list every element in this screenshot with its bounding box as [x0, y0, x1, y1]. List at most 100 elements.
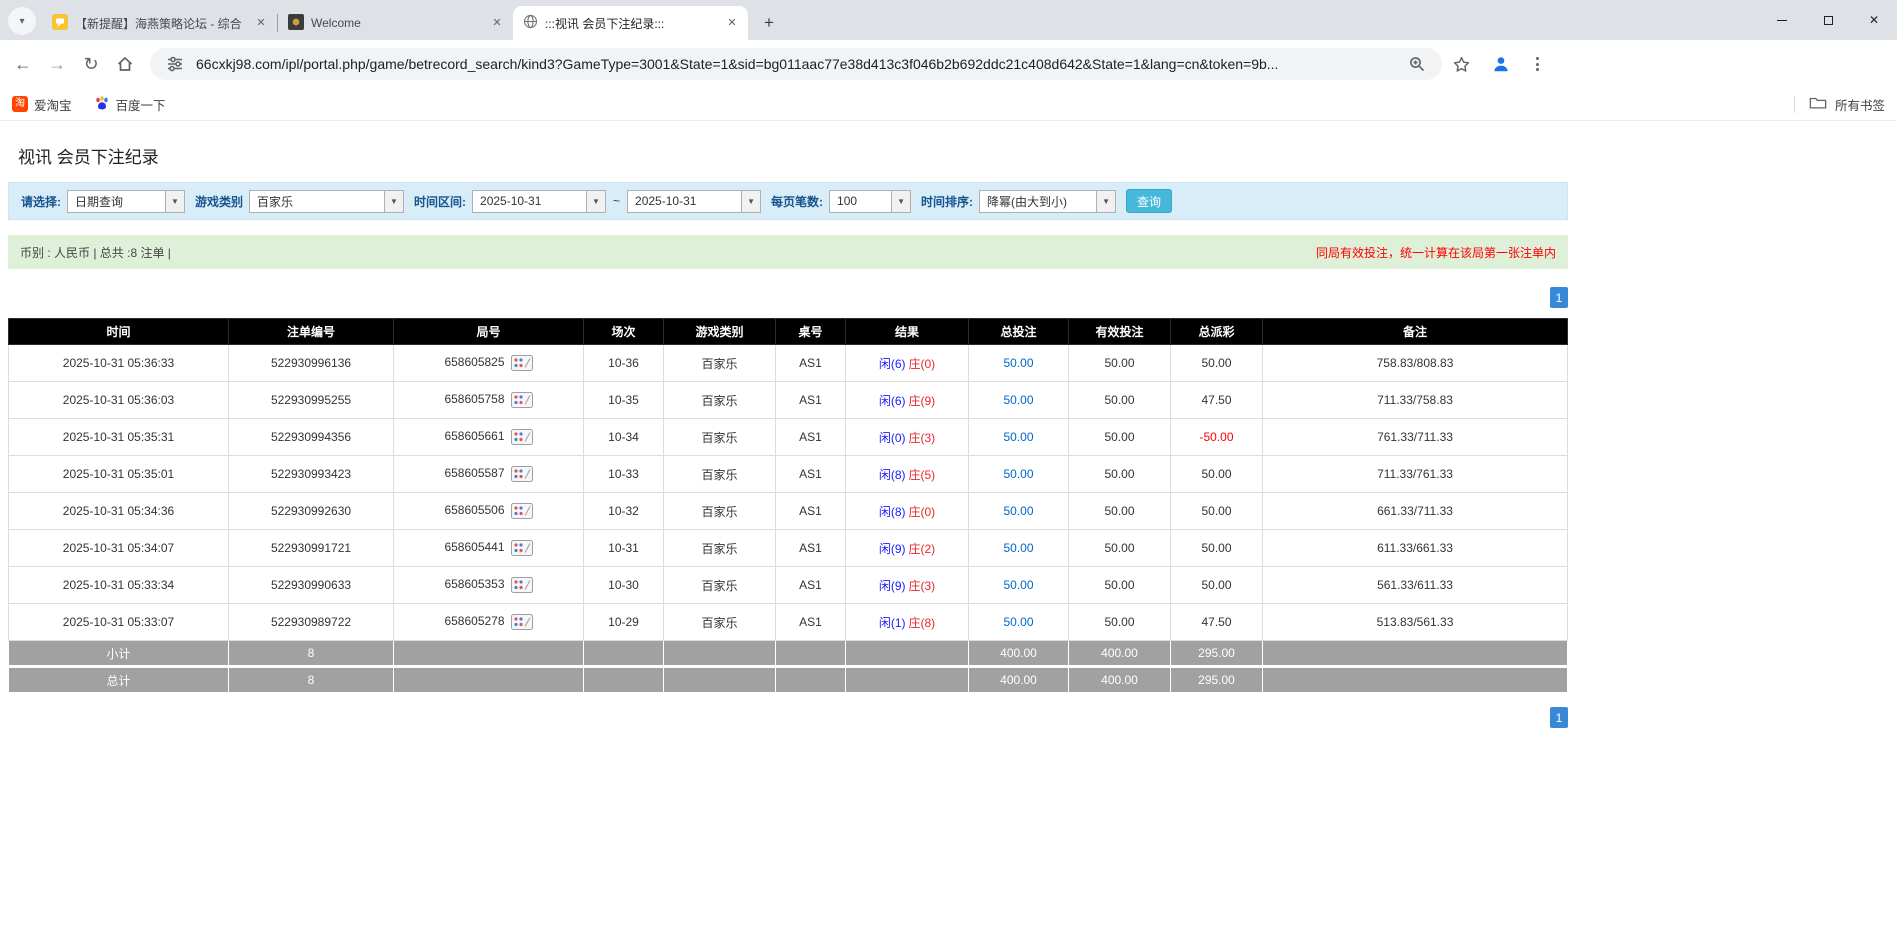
cell-valid-bet: 50.00 — [1068, 344, 1171, 382]
round-detail-icon[interactable] — [510, 614, 533, 630]
taobao-icon: 淘 — [12, 96, 28, 112]
round-detail-icon[interactable] — [510, 466, 533, 482]
chevron-down-icon[interactable]: ▼ — [891, 190, 911, 212]
bookmark-baidu[interactable]: 百度一下 — [94, 95, 166, 114]
cell-valid-bet: 50.00 — [1068, 455, 1171, 493]
total-bet-link[interactable]: 50.00 — [1003, 504, 1033, 518]
header-table-no: 桌号 — [775, 318, 846, 345]
tab-search-button[interactable]: ▾ — [8, 7, 36, 35]
forward-icon[interactable]: → — [40, 47, 74, 81]
browser-window: ▾ 【新提醒】海燕策略论坛 - 综合 ✕ Welcome ✕ :::视讯 会员下… — [0, 0, 1897, 121]
tab-title: :::视讯 会员下注纪录::: — [545, 16, 665, 31]
cell-round-no: 658605353 — [393, 566, 584, 604]
round-detail-icon[interactable] — [510, 392, 533, 408]
cell-note: 561.33/611.33 — [1262, 566, 1568, 604]
page-button-1[interactable]: 1 — [1550, 287, 1568, 308]
maximize-button[interactable] — [1805, 0, 1851, 40]
back-icon[interactable]: ← — [6, 47, 40, 81]
bet-row: 2025-10-31 05:35:01 522930993423 658605587… — [8, 455, 1568, 493]
cell-game-type: 百家乐 — [663, 492, 776, 530]
subtotal-row: 小计 8 400.00 400.00 295.00 — [8, 640, 1568, 667]
cell-round-no: 658605506 — [393, 492, 584, 530]
globe-icon — [523, 14, 538, 32]
cell-time: 2025-10-31 05:34:36 — [8, 492, 229, 530]
total-bet-link[interactable]: 50.00 — [1003, 393, 1033, 407]
round-no-text: 658605506 — [444, 503, 505, 518]
result-player: 闲(8) — [878, 504, 906, 519]
welcome-favicon — [288, 13, 304, 33]
total-bet-link[interactable]: 50.00 — [1003, 356, 1033, 370]
cell-table-no: AS1 — [775, 418, 846, 456]
bookmark-label: 百度一下 — [115, 98, 166, 113]
close-icon[interactable]: ✕ — [253, 15, 269, 31]
cell-result: 闲(8) 庄(0) — [845, 492, 969, 530]
cell-game-type: 百家乐 — [663, 529, 776, 567]
total-bet-link[interactable]: 50.00 — [1003, 467, 1033, 481]
chevron-down-icon[interactable]: ▼ — [1096, 190, 1116, 212]
cell-valid-bet: 50.00 — [1068, 529, 1171, 567]
cell-result: 闲(1) 庄(8) — [845, 603, 969, 641]
cell-note: 611.33/661.33 — [1262, 529, 1568, 567]
reload-icon[interactable]: ↻ — [74, 47, 108, 81]
zoom-icon[interactable] — [1404, 51, 1430, 77]
tab-strip: ▾ 【新提醒】海燕策略论坛 - 综合 ✕ Welcome ✕ :::视讯 会员下… — [0, 0, 1897, 40]
round-no-text: 658605661 — [444, 429, 505, 444]
page-size-label: 每页笔数: — [771, 194, 824, 209]
tab-forum[interactable]: 【新提醒】海燕策略论坛 - 综合 ✕ — [42, 6, 277, 40]
close-window-button[interactable]: ✕ — [1851, 0, 1897, 40]
menu-icon[interactable] — [1528, 51, 1546, 77]
tab-bet-records[interactable]: :::视讯 会员下注纪录::: ✕ — [513, 6, 748, 40]
cell-total-bet: 50.00 — [968, 455, 1069, 493]
cell-round-no: 658605758 — [393, 381, 584, 419]
all-bookmarks[interactable]: 所有书签 — [1793, 95, 1885, 114]
query-mode-value: 日期查询 — [75, 194, 124, 209]
bookmark-taobao[interactable]: 淘 爱淘宝 — [12, 95, 72, 114]
total-bet-link[interactable]: 50.00 — [1003, 578, 1033, 592]
date-to-select[interactable]: 2025-10-31 ▼ — [627, 189, 762, 213]
profile-icon[interactable] — [1488, 51, 1514, 77]
home-icon[interactable] — [108, 47, 142, 81]
round-no-text: 658605587 — [444, 466, 505, 481]
round-detail-icon[interactable] — [510, 429, 533, 445]
tab-welcome[interactable]: Welcome ✕ — [278, 6, 513, 40]
url-bar[interactable]: 66cxkj98.com/ipl/portal.php/game/betreco… — [150, 48, 1442, 80]
chevron-down-icon[interactable]: ▼ — [741, 190, 761, 212]
bookmark-star-icon[interactable] — [1448, 51, 1474, 77]
bet-row: 2025-10-31 05:34:07 522930991721 658605441… — [8, 529, 1568, 567]
round-detail-icon[interactable] — [510, 577, 533, 593]
round-no-text: 658605758 — [444, 392, 505, 407]
cell-table-no: AS1 — [775, 529, 846, 567]
close-icon[interactable]: ✕ — [724, 15, 740, 31]
page-size-select[interactable]: 100 ▼ — [829, 189, 912, 213]
new-tab-button[interactable]: + — [756, 10, 782, 36]
header-game-type: 游戏类别 — [663, 318, 776, 345]
cell-round-no: 658605278 — [393, 603, 584, 641]
search-button[interactable]: 查询 — [1126, 189, 1173, 213]
close-icon[interactable]: ✕ — [489, 15, 505, 31]
date-from-select[interactable]: 2025-10-31 ▼ — [472, 189, 607, 213]
round-detail-icon[interactable] — [510, 503, 533, 519]
cell-game-type: 百家乐 — [663, 418, 776, 456]
total-bet-link[interactable]: 50.00 — [1003, 615, 1033, 629]
chevron-down-icon[interactable]: ▼ — [586, 190, 606, 212]
chevron-down-icon[interactable]: ▼ — [165, 190, 184, 212]
sort-select[interactable]: 降幂(由大到小) ▼ — [979, 189, 1117, 213]
result-player: 闲(9) — [878, 578, 906, 593]
pagination-bottom: 1 — [8, 707, 1568, 768]
tab-title: Welcome — [311, 16, 361, 30]
game-type-select[interactable]: 百家乐 ▼ — [249, 189, 405, 213]
round-detail-icon[interactable] — [510, 355, 533, 371]
cell-session: 10-33 — [583, 455, 664, 493]
currency-summary-text: 币别 : 人民币 | 总共 :8 注单 | — [20, 245, 171, 260]
page-button-1[interactable]: 1 — [1550, 707, 1568, 728]
total-bet-link[interactable]: 50.00 — [1003, 541, 1033, 555]
bookmark-label: 爱淘宝 — [34, 98, 72, 113]
site-settings-icon[interactable] — [162, 51, 188, 77]
game-type-value: 百家乐 — [257, 194, 294, 209]
chevron-down-icon[interactable]: ▼ — [384, 190, 404, 212]
cell-note: 513.83/561.33 — [1262, 603, 1568, 641]
query-mode-select[interactable]: 日期查询 ▼ — [67, 189, 185, 213]
total-bet-link[interactable]: 50.00 — [1003, 430, 1033, 444]
round-detail-icon[interactable] — [510, 540, 533, 556]
minimize-button[interactable] — [1759, 0, 1805, 40]
